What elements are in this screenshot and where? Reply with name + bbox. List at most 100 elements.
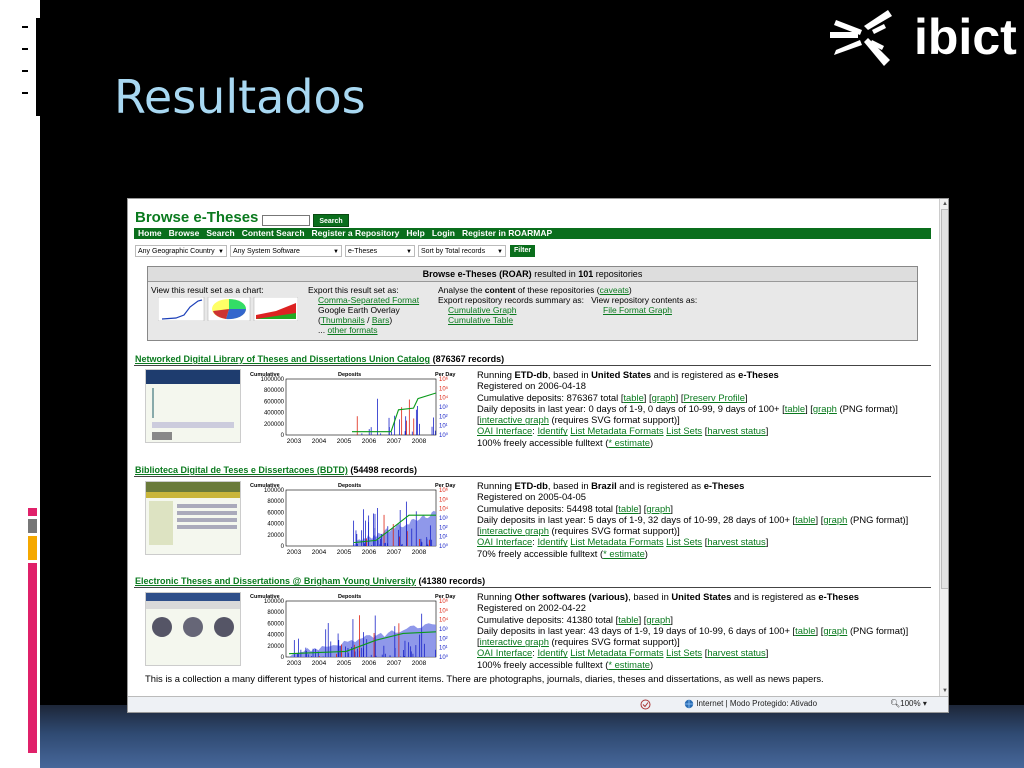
export-csv-link[interactable]: Comma-Separated Format bbox=[308, 295, 419, 305]
daily-graph-link[interactable]: graph bbox=[823, 625, 847, 636]
record-type: e-Theses bbox=[703, 480, 745, 491]
daily-graph-link[interactable]: graph bbox=[823, 514, 847, 525]
country-select[interactable]: Any Geographic Country ▼ bbox=[135, 245, 227, 257]
repository-screenshot[interactable] bbox=[145, 369, 241, 443]
export-bars-link[interactable]: Bars bbox=[372, 315, 389, 325]
software-select[interactable]: Any System Software ▼ bbox=[230, 245, 342, 257]
list-sets-link[interactable]: List Sets bbox=[666, 425, 702, 436]
cumulative-table-link[interactable]: Cumulative Table bbox=[448, 315, 513, 325]
chart-perday-tick: 10⁵ bbox=[439, 607, 449, 614]
graph-link[interactable]: graph bbox=[646, 614, 670, 625]
deposit-chart[interactable]: Cumulative Deposits Per Day 100000 80000 6000… bbox=[248, 591, 458, 669]
repository-screenshot[interactable] bbox=[145, 592, 241, 666]
daily-table-link[interactable]: table bbox=[795, 514, 815, 525]
nav-home[interactable]: Home bbox=[138, 228, 162, 238]
record-name-link[interactable]: Biblioteca Digital de Teses e Dissertaco… bbox=[135, 465, 348, 475]
table-link[interactable]: table bbox=[618, 614, 638, 625]
daily-graph-link[interactable]: graph bbox=[813, 403, 837, 414]
chart-thumbnail-icons[interactable] bbox=[157, 296, 299, 322]
list-sets-link[interactable]: List Sets bbox=[666, 536, 702, 547]
record-title: Biblioteca Digital de Teses e Dissertaco… bbox=[135, 465, 417, 475]
oai-link[interactable]: OAI Interface bbox=[477, 536, 532, 547]
scroll-up-icon[interactable]: ▲ bbox=[940, 199, 948, 209]
sort-select[interactable]: Sort by Total records ▼ bbox=[418, 245, 506, 257]
registered-as-label: and is registered as bbox=[619, 480, 702, 491]
identify-link[interactable]: Identify bbox=[537, 536, 567, 547]
deposit-chart[interactable]: Cumulative Deposits Per Day 100000 80000 6000… bbox=[248, 480, 458, 558]
harvest-link[interactable]: harvest status bbox=[707, 425, 765, 436]
estimate-link[interactable]: * estimate bbox=[608, 659, 650, 670]
file-format-graph-link[interactable]: File Format Graph bbox=[603, 305, 672, 315]
chevron-down-icon: ▼ bbox=[218, 249, 224, 255]
type-select[interactable]: e-Theses ▼ bbox=[345, 245, 415, 257]
nav-register-repository[interactable]: Register a Repository bbox=[312, 228, 400, 238]
nav-help[interactable]: Help bbox=[406, 228, 424, 238]
daily-table-link[interactable]: table bbox=[785, 403, 805, 414]
harvest-link[interactable]: harvest status bbox=[707, 536, 765, 547]
record-interactive: [interactive graph (requires SVG format … bbox=[477, 414, 680, 426]
record-fulltext: 100% freely accessible fulltext (* estim… bbox=[477, 436, 654, 448]
daily-text: Daily deposits in last year: 0 days of 1… bbox=[477, 402, 780, 414]
site-search-input[interactable] bbox=[262, 215, 310, 226]
estimate-link[interactable]: * estimate bbox=[603, 548, 645, 559]
nav-login[interactable]: Login bbox=[432, 228, 455, 238]
based-in-label: , based in bbox=[547, 369, 589, 380]
site-title[interactable]: Browse e-Theses bbox=[135, 209, 258, 226]
caveats-link[interactable]: caveats bbox=[600, 285, 629, 295]
record-name-link[interactable]: Electronic Theses and Dissertations @ Br… bbox=[135, 576, 416, 586]
daily-table-link[interactable]: table bbox=[795, 625, 815, 636]
record-count: (876367 records) bbox=[432, 354, 505, 364]
filter-button[interactable]: Filter bbox=[510, 245, 536, 257]
harvest-link[interactable]: harvest status bbox=[707, 647, 765, 658]
software-select-value: Any System Software bbox=[233, 248, 300, 255]
table-link[interactable]: table bbox=[623, 392, 643, 403]
list-sets-link[interactable]: List Sets bbox=[666, 647, 702, 658]
security-icon[interactable] bbox=[640, 699, 651, 712]
record-fulltext: 70% freely accessible fulltext (* estima… bbox=[477, 547, 648, 559]
identify-link[interactable]: Identify bbox=[537, 647, 567, 658]
record-software: ETD-db bbox=[514, 369, 548, 380]
record-count: (41380 records) bbox=[418, 576, 486, 586]
record-info: Running Other softwares (various), based… bbox=[477, 591, 932, 670]
nav-search[interactable]: Search bbox=[206, 228, 234, 238]
list-formats-link[interactable]: List Metadata Formats bbox=[570, 425, 663, 436]
graph-link[interactable]: graph bbox=[646, 503, 670, 514]
repository-screenshot[interactable] bbox=[145, 481, 241, 555]
export-other: ... other formats bbox=[318, 325, 378, 335]
oai-link[interactable]: OAI Interface bbox=[477, 647, 532, 658]
chart-perday-tick: 10² bbox=[439, 525, 448, 531]
nav-register-roarmap[interactable]: Register in ROARMAP bbox=[462, 228, 552, 238]
zoom-control[interactable]: 🔍︎100% ▾ bbox=[890, 699, 927, 708]
deposit-chart[interactable]: Cumulative Deposits Per Day 1000000 800000 60… bbox=[248, 369, 458, 447]
list-formats-link[interactable]: List Metadata Formats bbox=[570, 536, 663, 547]
chart-cumulative-tick: 800000 bbox=[264, 388, 285, 394]
export-thumbnails-link[interactable]: Thumbnails bbox=[321, 315, 365, 325]
graph-link[interactable]: graph bbox=[652, 392, 676, 403]
zone-indicator[interactable]: Internet | Modo Protegido: Ativado bbox=[684, 699, 844, 709]
site-search-button[interactable]: Search bbox=[313, 214, 349, 227]
record-registered: Registered on 2002-04-22 bbox=[477, 602, 586, 614]
identify-link[interactable]: Identify bbox=[537, 425, 567, 436]
vertical-scrollbar[interactable]: ▲ ▼ bbox=[939, 199, 948, 696]
cumulative-graph-link[interactable]: Cumulative Graph bbox=[448, 305, 517, 315]
interactive-graph-link[interactable]: interactive graph bbox=[480, 636, 549, 647]
export-other-link[interactable]: other formats bbox=[327, 325, 377, 335]
scroll-down-icon[interactable]: ▼ bbox=[940, 686, 948, 696]
record-title: Electronic Theses and Dissertations @ Br… bbox=[135, 576, 485, 586]
interactive-graph-link[interactable]: interactive graph bbox=[480, 414, 549, 425]
chart-cumulative-tick: 0 bbox=[281, 544, 285, 550]
list-formats-link[interactable]: List Metadata Formats bbox=[570, 647, 663, 658]
record-name-link[interactable]: Networked Digital Library of Theses and … bbox=[135, 354, 430, 364]
table-link[interactable]: table bbox=[618, 503, 638, 514]
oai-link[interactable]: OAI Interface bbox=[477, 425, 532, 436]
estimate-link[interactable]: * estimate bbox=[608, 437, 650, 448]
chart-perday-tick: 10⁶ bbox=[439, 376, 449, 383]
nav-content-search[interactable]: Content Search bbox=[242, 228, 305, 238]
chart-year-tick: 2005 bbox=[337, 438, 352, 445]
scrollbar-thumb[interactable] bbox=[941, 209, 948, 589]
nav-browse[interactable]: Browse bbox=[169, 228, 200, 238]
zoom-icon: 🔍︎ bbox=[890, 699, 901, 708]
chart-cumulative-tick: 80000 bbox=[267, 610, 284, 616]
interactive-graph-link[interactable]: interactive graph bbox=[480, 525, 549, 536]
preserv-profile-link[interactable]: Preserv Profile bbox=[683, 392, 744, 403]
